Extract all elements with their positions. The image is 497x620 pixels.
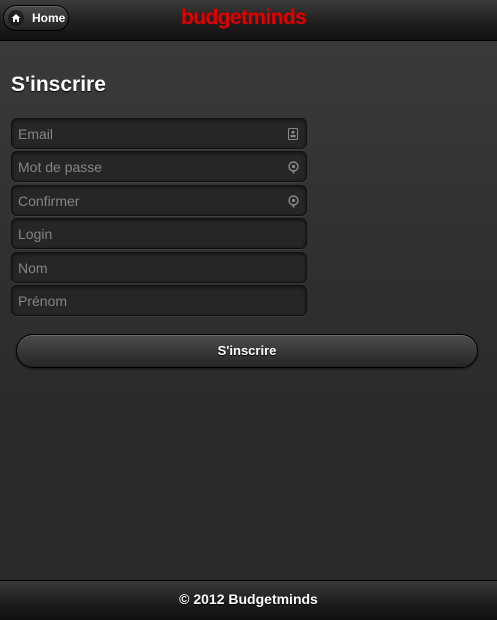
password-field[interactable] [12,152,306,181]
login-field-wrap [11,218,307,249]
home-icon [8,10,24,26]
lastname-field-wrap [11,252,307,283]
home-button-label: Home [32,11,66,25]
confirm-password-field[interactable] [12,186,306,215]
lock-icon [287,194,299,208]
firstname-field[interactable] [12,286,306,315]
home-button[interactable]: Home [3,5,69,31]
password-field-wrap [11,151,307,182]
brand-logo: budgetminds [181,6,307,29]
footer: © 2012 Budgetminds [0,580,497,620]
lastname-field[interactable] [12,253,306,282]
login-field[interactable] [12,219,306,248]
page-title: S'inscrire [11,73,106,96]
signup-button[interactable]: S'inscrire [16,334,478,368]
signup-content: S'inscrire Email Login Nom Prénom S'insc… [0,41,497,390]
firstname-field-wrap [11,285,307,316]
email-field[interactable] [12,119,306,148]
contact-card-icon [287,127,299,141]
header-bar: Home budgetminds [0,0,497,41]
lock-icon [287,160,299,174]
email-field-wrap [11,118,307,149]
footer-copyright: © 2012 Budgetminds [179,591,318,607]
confirm-password-field-wrap [11,185,307,216]
